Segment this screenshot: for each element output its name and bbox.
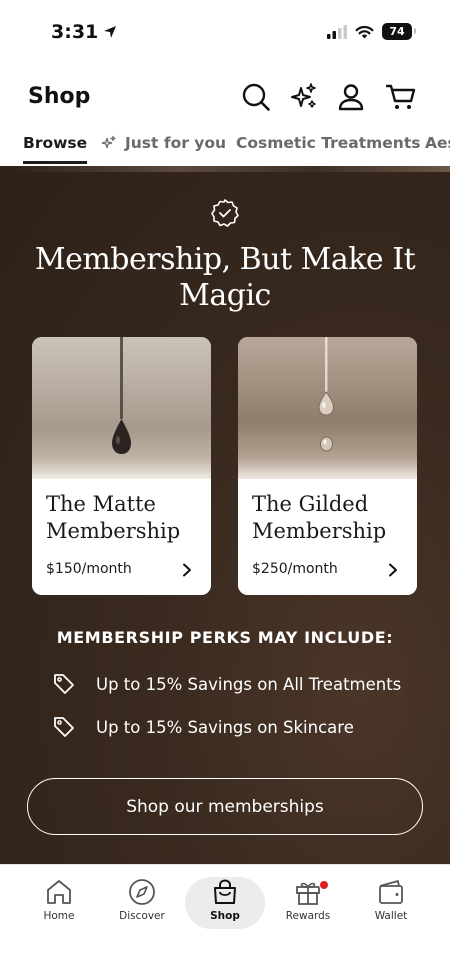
status-bar: 3:31 74 <box>0 0 450 66</box>
tab-aesthetics[interactable]: Aes <box>425 134 450 152</box>
perks-heading: MEMBERSHIP PERKS MAY INCLUDE: <box>56 628 394 647</box>
ai-sparkles-button[interactable] <box>288 80 320 114</box>
cart-icon <box>386 84 416 109</box>
search-icon <box>242 83 270 111</box>
account-button[interactable] <box>335 80 367 114</box>
category-tabs: Browse Just for you Cosmetic Treatments … <box>0 128 450 168</box>
nav-label: Shop <box>210 910 240 922</box>
bottom-navigation: Home Discover Shop Rewards Wallet <box>0 864 450 975</box>
battery-indicator: 74 <box>382 23 416 40</box>
tab-label: Browse <box>23 134 88 152</box>
sparkles-icon <box>291 83 316 108</box>
card-title: The Gilded Membership <box>252 492 387 543</box>
hero-title: Membership, But Make It Magic <box>34 242 416 313</box>
card-price: $150/month <box>46 561 132 577</box>
nav-label: Discover <box>119 910 165 922</box>
status-time: 3:31 <box>51 21 118 43</box>
shopping-bag-icon <box>214 879 236 904</box>
sparkle-icon <box>101 135 116 149</box>
profile-icon <box>338 84 364 111</box>
tag-icon <box>54 674 74 694</box>
wallet-icon <box>379 880 403 904</box>
card-price: $250/month <box>252 561 338 577</box>
rewards-notification-badge <box>319 880 329 890</box>
chevron-right-icon <box>183 563 191 577</box>
wifi-icon <box>355 25 374 38</box>
search-button[interactable] <box>240 80 272 114</box>
tab-label: Cosmetic Treatments <box>236 134 421 152</box>
verified-badge-icon <box>211 199 239 227</box>
tab-browse[interactable]: Browse <box>23 134 88 164</box>
gilded-drop-image <box>238 337 417 479</box>
membership-card-matte[interactable]: The Matte Membership $150/month <box>32 337 211 595</box>
nav-wallet[interactable]: Wallet <box>351 877 431 929</box>
tab-label: Just for you <box>125 134 227 152</box>
perk-text: Up to 15% Savings on Skincare <box>96 717 354 737</box>
perk-item: Up to 15% Savings on Skincare <box>52 715 354 739</box>
perk-text: Up to 15% Savings on All Treatments <box>96 674 402 694</box>
nav-label: Rewards <box>285 910 331 922</box>
tab-label: Aes <box>425 134 450 152</box>
signal-icon <box>327 24 347 39</box>
cart-button[interactable] <box>385 80 417 114</box>
nav-shop[interactable]: Shop <box>185 877 265 929</box>
membership-banner: Membership, But Make It Magic The Matte … <box>0 172 450 864</box>
location-arrow-icon <box>104 26 117 38</box>
tab-cosmetic-treatments[interactable]: Cosmetic Treatments <box>236 134 420 152</box>
perk-item: Up to 15% Savings on All Treatments <box>52 672 401 696</box>
compass-icon <box>129 879 155 905</box>
nav-label: Wallet <box>374 910 408 922</box>
app-header: Shop <box>0 66 450 128</box>
home-icon <box>47 880 71 904</box>
chevron-right-icon <box>389 563 397 577</box>
card-body: The Matte Membership $150/month <box>32 479 211 595</box>
matte-drop-image <box>32 337 211 479</box>
tab-just-for-you[interactable]: Just for you <box>101 134 226 152</box>
membership-card-gilded[interactable]: The Gilded Membership $250/month <box>238 337 417 595</box>
nav-home[interactable]: Home <box>19 877 99 929</box>
battery-level: 74 <box>389 25 405 38</box>
shop-memberships-label: Shop our memberships <box>126 796 324 817</box>
gift-icon <box>296 882 320 905</box>
shop-memberships-button[interactable]: Shop our memberships <box>27 778 423 835</box>
nav-label: Home <box>43 910 75 922</box>
card-title: The Matte Membership <box>46 492 181 543</box>
nav-rewards[interactable]: Rewards <box>268 877 348 929</box>
status-indicators: 74 <box>327 23 416 40</box>
card-body: The Gilded Membership $250/month <box>238 479 417 595</box>
page-title: Shop <box>28 84 91 109</box>
status-time-text: 3:31 <box>51 21 99 43</box>
nav-discover[interactable]: Discover <box>102 877 182 929</box>
tag-icon <box>54 717 74 737</box>
